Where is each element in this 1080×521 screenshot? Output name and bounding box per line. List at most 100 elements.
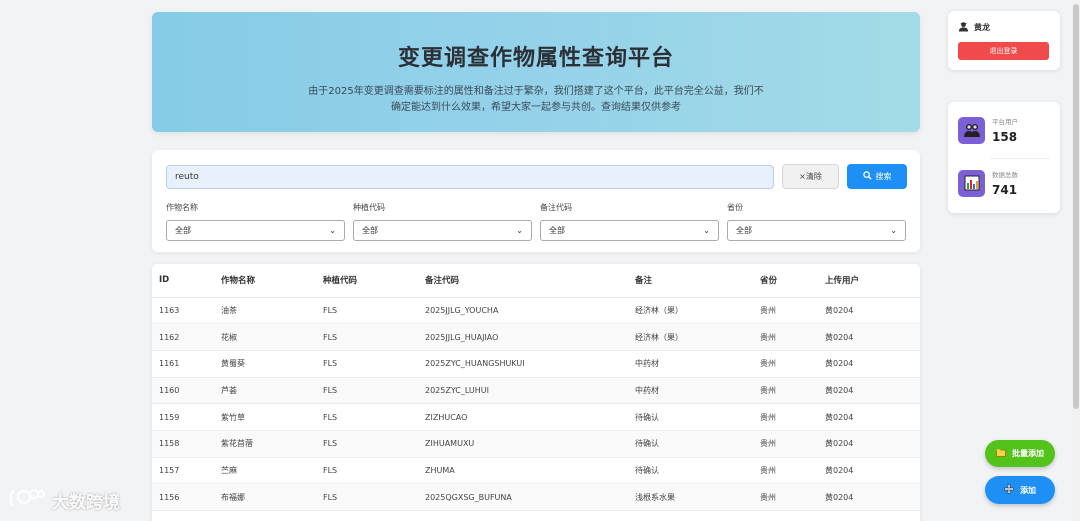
cell-planting-code: FLS (316, 377, 418, 405)
cell-note: 中药材 (628, 377, 753, 405)
cell-note-code: 2025JJLG_YOUCHA (418, 297, 628, 325)
cell-note: 待确认 (628, 430, 753, 458)
table-row[interactable]: 1157 苎麻 FLS ZHUMA 待确认 贵州 黄0204 (152, 457, 920, 485)
logout-button[interactable]: 退出登录 (958, 42, 1049, 60)
stat-records: 数据总数 741 (958, 169, 1018, 197)
folder-icon (996, 448, 1006, 459)
column-header-uploader[interactable]: 上传用户 (818, 264, 920, 298)
cell-id: 1160 (152, 377, 214, 405)
filter-label: 种植代码 (353, 203, 385, 212)
column-header-note[interactable]: 备注 (628, 264, 753, 298)
filter-note-code: 备注代码 全部 ⌄ (540, 202, 719, 241)
batch-add-button[interactable]: 批量添加 (985, 440, 1055, 467)
cell-id: 1163 (152, 297, 214, 325)
bar-chart-icon (958, 169, 985, 197)
planting-code-select[interactable]: 全部 ⌄ (353, 220, 532, 241)
table-row[interactable]: 1159 紫竹草 FLS ZIZHUCAO 待确认 贵州 黄0204 (152, 403, 920, 431)
divider (990, 158, 1050, 159)
stat-records-value: 741 (992, 183, 1018, 197)
table-row[interactable] (152, 510, 920, 521)
page-description: 由于2025年变更调查需要标注的属性和备注过于繁杂，我们搭建了这个平台，此平台完… (308, 86, 764, 113)
cell-note (628, 510, 753, 521)
column-header-id[interactable]: ID (152, 264, 214, 298)
cell-uploader: 黄0204 (818, 323, 920, 351)
cell-note-code: 2025JJLG_HUAJIAO (418, 323, 628, 351)
cell-crop-name: 油茶 (214, 297, 316, 325)
cell-province: 贵州 (753, 430, 818, 458)
chevron-down-icon: ⌄ (703, 226, 710, 235)
stat-users-label: 平台用户 (992, 118, 1018, 126)
stat-users: 平台用户 158 (958, 116, 1018, 144)
search-button-label: 搜索 (875, 172, 892, 181)
select-value: 全部 (549, 226, 565, 235)
crop-name-select[interactable]: 全部 ⌄ (166, 220, 345, 241)
user-name: 黄龙 (974, 23, 990, 32)
cell-planting-code: FLS (316, 483, 418, 511)
search-panel: ×清除 搜索 作物名称 全部 ⌄ 种植代码 全部 ⌄ 备注代码 全部 ⌄ 省份 … (152, 150, 920, 252)
cell-id: 1159 (152, 403, 214, 431)
table-header-row: ID 作物名称 种植代码 备注代码 备注 省份 上传用户 (152, 264, 920, 298)
select-value: 全部 (736, 226, 752, 235)
column-header-note-code[interactable]: 备注代码 (418, 264, 628, 298)
cell-crop-name (214, 510, 316, 521)
cell-note-code: 2025ZYC_HUANGSHUKUI (418, 350, 628, 378)
cell-province: 贵州 (753, 403, 818, 431)
cell-note-code: ZHUMA (418, 457, 628, 485)
cell-planting-code: FLS (316, 457, 418, 485)
province-select[interactable]: 全部 ⌄ (727, 220, 906, 241)
cell-planting-code: FLS (316, 430, 418, 458)
add-button[interactable]: 添加 (985, 476, 1055, 504)
select-value: 全部 (362, 226, 378, 235)
clear-button[interactable]: ×清除 (782, 164, 839, 189)
cell-crop-name: 布福娜 (214, 483, 316, 511)
select-value: 全部 (175, 226, 191, 235)
cell-province: 贵州 (753, 457, 818, 485)
cell-id: 1157 (152, 457, 214, 485)
cell-planting-code (316, 510, 418, 521)
page-title: 变更调查作物属性查询平台 (397, 46, 674, 71)
watermark-logo-icon (8, 486, 46, 515)
table-row[interactable]: 1162 花椒 FLS 2025JJLG_HUAJIAO 经济林（果） 贵州 黄… (152, 323, 920, 351)
users-icon (958, 116, 985, 144)
plus-icon (1004, 484, 1014, 496)
table-row[interactable]: 1163 油茶 FLS 2025JJLG_YOUCHA 经济林（果） 贵州 黄0… (152, 297, 920, 325)
search-input[interactable] (166, 165, 774, 189)
cell-province (753, 510, 818, 521)
page-scrollbar[interactable] (1072, 0, 1080, 521)
cell-crop-name: 芦荟 (214, 377, 316, 405)
scrollbar-thumb[interactable] (1073, 4, 1079, 409)
table-row[interactable]: 1160 芦荟 FLS 2025ZYC_LUHUI 中药材 贵州 黄0204 (152, 377, 920, 405)
cell-id: 1156 (152, 483, 214, 511)
table-row[interactable]: 1158 紫花苜蓿 FLS ZIHUAMUXU 待确认 贵州 黄0204 (152, 430, 920, 458)
column-header-crop-name[interactable]: 作物名称 (214, 264, 316, 298)
filter-label: 备注代码 (540, 203, 572, 212)
cell-planting-code: FLS (316, 350, 418, 378)
search-button[interactable]: 搜索 (847, 164, 907, 189)
filter-province: 省份 全部 ⌄ (727, 202, 906, 241)
column-header-planting-code[interactable]: 种植代码 (316, 264, 418, 298)
user-info: 黄龙 (948, 11, 1060, 34)
cell-province: 贵州 (753, 350, 818, 378)
add-label: 添加 (1020, 485, 1036, 495)
user-card: 黄龙 退出登录 (948, 11, 1060, 70)
cell-note-code: ZIZHUCAO (418, 403, 628, 431)
batch-add-label: 批量添加 (1012, 449, 1044, 458)
cell-note: 经济林（果） (628, 323, 753, 351)
cell-id: 1162 (152, 323, 214, 351)
filter-label: 省份 (727, 203, 743, 212)
cell-crop-name: 黄蜀葵 (214, 350, 316, 378)
table-row[interactable]: 1161 黄蜀葵 FLS 2025ZYC_HUANGSHUKUI 中药材 贵州 … (152, 350, 920, 378)
cell-note-code: 2025ZYC_LUHUI (418, 377, 628, 405)
table-row[interactable]: 1156 布福娜 FLS 2025QGXSG_BUFUNA 浅根系水果 贵州 黄… (152, 483, 920, 511)
cell-note-code (418, 510, 628, 521)
filter-label: 作物名称 (166, 203, 198, 212)
stats-card: 平台用户 158 数据总数 741 (948, 102, 1060, 213)
cell-id: 1158 (152, 430, 214, 458)
note-code-select[interactable]: 全部 ⌄ (540, 220, 719, 241)
column-header-province[interactable]: 省份 (753, 264, 818, 298)
cell-uploader: 黄0204 (818, 297, 920, 325)
cell-note: 中药材 (628, 350, 753, 378)
user-avatar-icon (958, 21, 969, 34)
cell-planting-code: FLS (316, 323, 418, 351)
cell-uploader: 黄0204 (818, 483, 920, 511)
